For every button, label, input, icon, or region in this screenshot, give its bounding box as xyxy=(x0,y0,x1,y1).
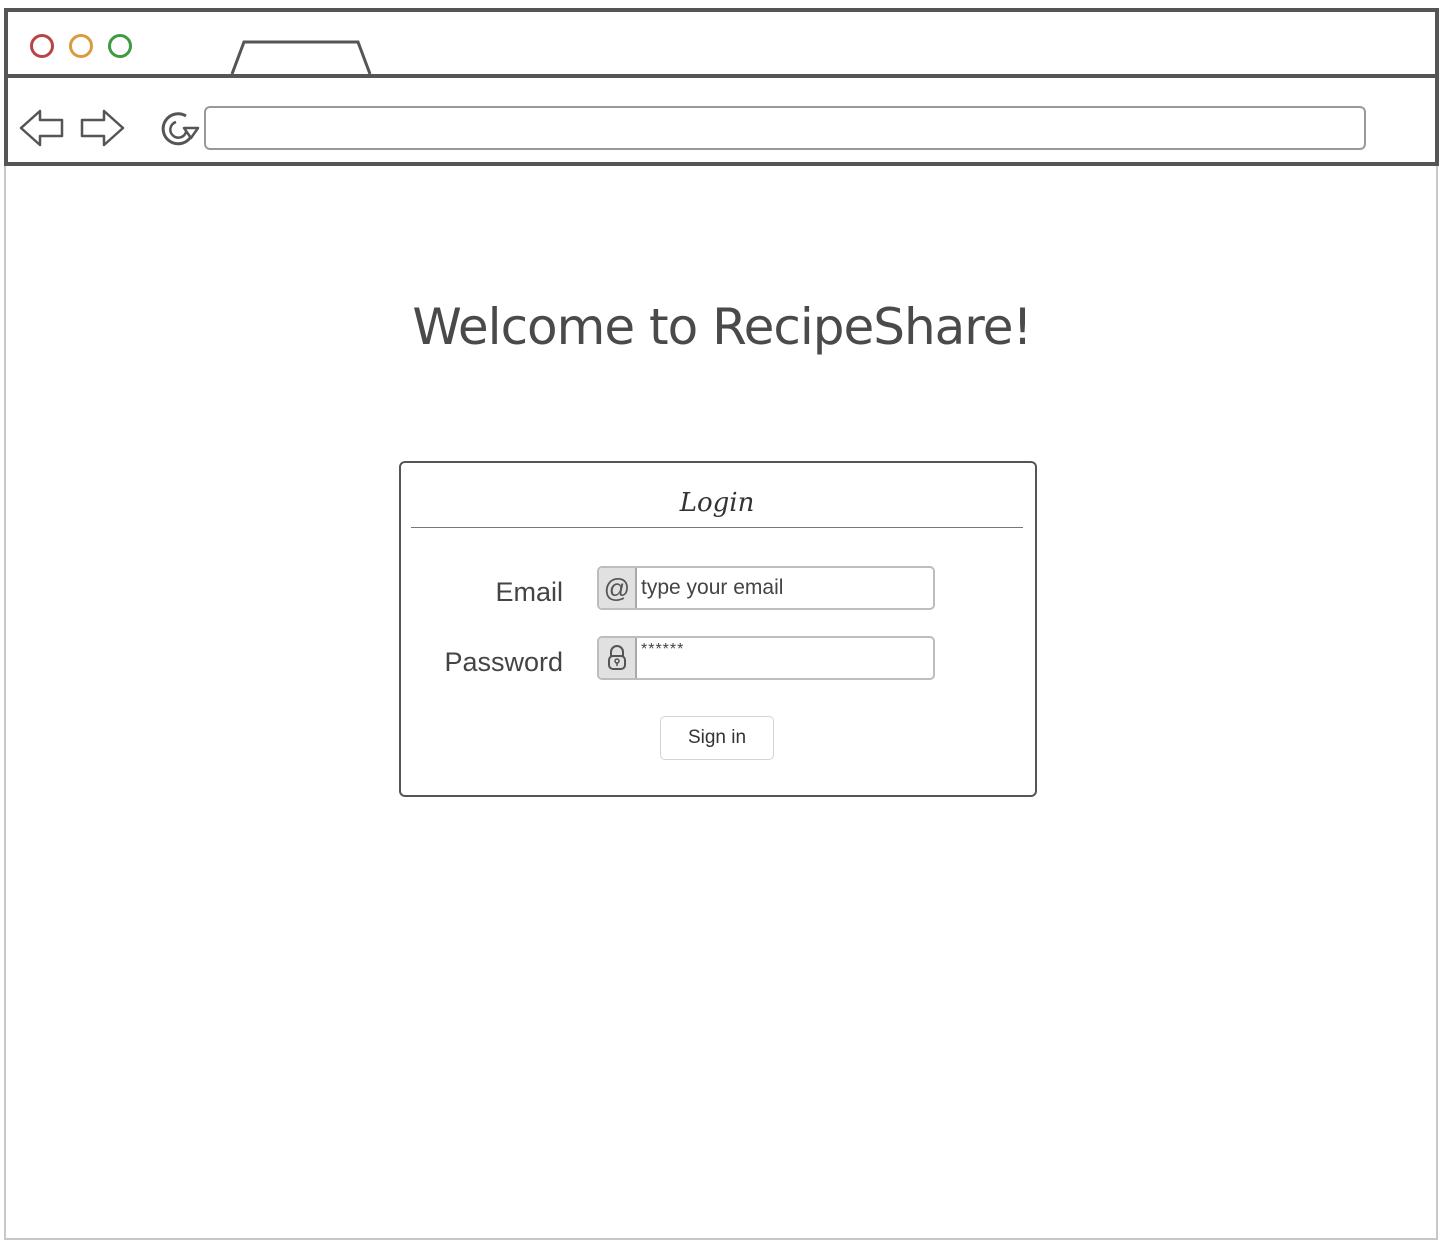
login-header: Login xyxy=(411,463,1023,528)
login-panel: Login Email @ Password Sign in xyxy=(399,461,1037,797)
password-input-group xyxy=(597,636,935,680)
browser-tab[interactable] xyxy=(230,38,372,74)
email-input-group: @ xyxy=(597,566,935,610)
reload-icon[interactable] xyxy=(156,108,202,148)
browser-chrome xyxy=(4,8,1439,166)
green-circle-icon[interactable] xyxy=(108,34,132,58)
back-arrow-icon[interactable] xyxy=(18,108,66,148)
email-field[interactable] xyxy=(641,568,931,608)
yellow-circle-icon[interactable] xyxy=(69,34,93,58)
at-sign-icon: @ xyxy=(599,568,637,608)
tab-strip xyxy=(8,12,1435,78)
page-title: Welcome to RecipeShare! xyxy=(412,298,1032,356)
forward-arrow-icon[interactable] xyxy=(78,108,126,148)
sign-in-button[interactable]: Sign in xyxy=(660,716,774,760)
navigation-bar xyxy=(8,78,1435,162)
lock-icon xyxy=(599,638,637,678)
address-bar[interactable] xyxy=(204,106,1366,150)
password-label: Password xyxy=(444,647,563,677)
password-field[interactable] xyxy=(641,638,931,670)
red-circle-icon[interactable] xyxy=(30,34,54,58)
email-label: Email xyxy=(495,577,563,607)
